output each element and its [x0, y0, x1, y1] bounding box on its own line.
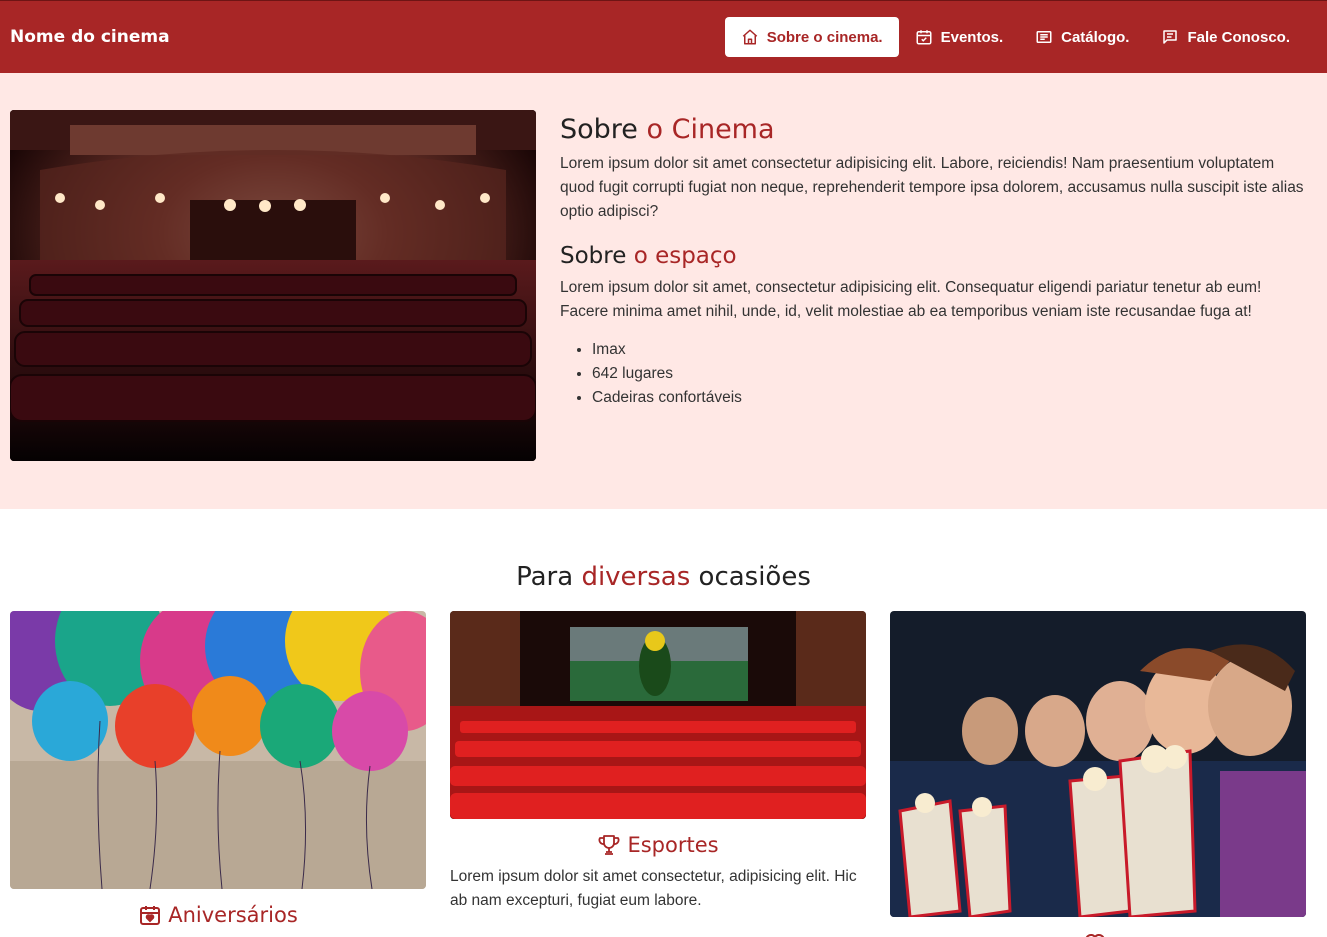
list-item: Imax — [592, 338, 1310, 362]
list-item: Cadeiras confortáveis — [592, 386, 1310, 410]
occasion-card-kids — [890, 611, 1306, 937]
message-icon — [1163, 30, 1178, 44]
nav-item-catalog[interactable]: Catálogo. — [1019, 17, 1145, 57]
balloons-photo — [10, 611, 426, 889]
about-title: Sobre o Cinema — [560, 114, 775, 145]
nav-item-label: Fale Conosco. — [1187, 28, 1290, 46]
nav-item-label: Catálogo. — [1061, 28, 1130, 46]
about-paragraph: Lorem ipsum dolor sit amet consectetur a… — [560, 155, 1304, 220]
list-icon — [1036, 31, 1052, 43]
list-item: 642 lugares — [592, 362, 1310, 386]
features-list: Imax 642 lugares Cadeiras confortáveis — [560, 338, 1310, 410]
main-nav: Sobre o cinema. Eventos. Catálogo. Fale … — [724, 17, 1306, 57]
brand-name[interactable]: Nome do cinema — [10, 27, 170, 47]
card-title: Aniversários — [10, 903, 426, 927]
nav-item-contact[interactable]: Fale Conosco. — [1145, 17, 1306, 57]
stadium-cinema-photo — [450, 611, 866, 819]
space-title: Sobre o espaço — [560, 243, 737, 269]
nav-item-events[interactable]: Eventos. — [899, 17, 1020, 57]
card-title: Esportes — [450, 833, 866, 857]
occasions-title: Para diversas ocasiões — [516, 562, 811, 592]
card-title — [890, 931, 1306, 937]
nav-item-about[interactable]: Sobre o cinema. — [724, 17, 899, 57]
occasion-card-birthday: Aniversários — [10, 611, 426, 927]
kids-popcorn-photo — [890, 611, 1306, 917]
about-section: Sobre o Cinema Lorem ipsum dolor sit ame… — [0, 73, 1327, 509]
nav-item-label: Sobre o cinema. — [766, 28, 883, 46]
trophy-icon — [599, 835, 620, 855]
calendar-check-icon — [916, 30, 932, 45]
about-content: Sobre o Cinema Lorem ipsum dolor sit ame… — [560, 113, 1310, 410]
home-icon — [742, 29, 757, 45]
navbar: Nome do cinema Sobre o cinema. Eventos. … — [0, 0, 1327, 73]
nav-item-label: Eventos. — [940, 28, 1004, 46]
theater-photo — [10, 110, 536, 461]
occasion-card-sports: Esportes Lorem ipsum dolor sit amet cons… — [450, 611, 866, 913]
heart-icon — [1085, 934, 1105, 937]
calendar-heart-icon — [140, 906, 161, 925]
card-description: Lorem ipsum dolor sit amet consectetur, … — [450, 868, 857, 909]
space-paragraph: Lorem ipsum dolor sit amet, consectetur … — [560, 279, 1262, 320]
